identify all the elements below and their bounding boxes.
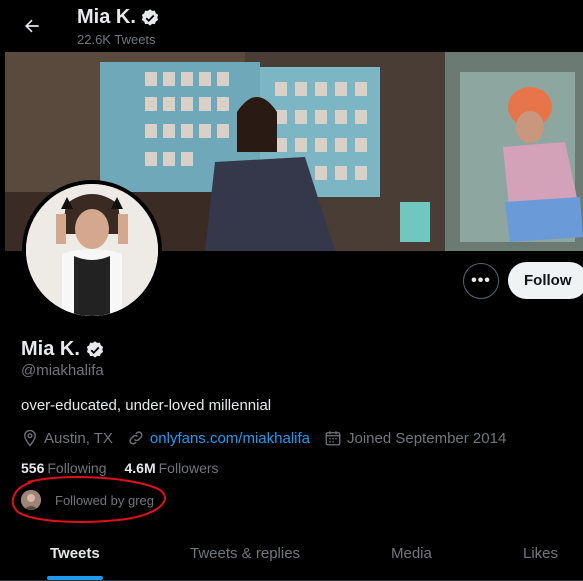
header-title: Mia K. bbox=[77, 6, 160, 29]
tab-tweets-replies[interactable]: Tweets & replies bbox=[190, 545, 300, 562]
profile-avatar[interactable] bbox=[22, 180, 162, 320]
active-tab-indicator bbox=[47, 576, 103, 580]
more-icon: ••• bbox=[471, 272, 491, 289]
follower-avatar bbox=[21, 490, 41, 510]
profile-meta: Austin, TX onlyfans.com/miakhalifa Joine… bbox=[21, 428, 520, 448]
profile-tabs: Tweets Tweets & replies Media Likes bbox=[0, 533, 583, 581]
joined-text: Joined September 2014 bbox=[347, 429, 507, 447]
verified-badge-icon bbox=[86, 340, 103, 358]
location-text: Austin, TX bbox=[44, 429, 113, 447]
tweet-count: 22.6K Tweets bbox=[77, 32, 156, 47]
arrow-left-icon bbox=[25, 19, 39, 33]
following-count: 556 bbox=[21, 460, 45, 476]
website-item[interactable]: onlyfans.com/miakhalifa bbox=[127, 429, 310, 447]
follow-stats: 556 Following 4.6M Followers bbox=[21, 460, 219, 476]
avatar-photo bbox=[26, 184, 158, 316]
profile-header: Mia K. 22.6K Tweets bbox=[0, 0, 583, 52]
tab-tweets[interactable]: Tweets bbox=[50, 545, 100, 562]
followers-count: 4.6M bbox=[124, 460, 156, 476]
calendar-icon bbox=[325, 431, 341, 446]
website-link[interactable]: onlyfans.com/miakhalifa bbox=[150, 430, 310, 447]
profile-name: Mia K. bbox=[21, 338, 105, 361]
following-link[interactable]: 556 Following bbox=[21, 460, 107, 476]
verified-badge-icon bbox=[141, 8, 158, 26]
followers-link[interactable]: 4.6M Followers bbox=[125, 460, 219, 476]
tab-media[interactable]: Media bbox=[391, 545, 432, 562]
link-icon bbox=[129, 431, 143, 445]
follow-button[interactable]: Follow bbox=[508, 262, 583, 299]
profile-bio: over-educated, under-loved millennial bbox=[21, 397, 272, 414]
more-options-button[interactable]: ••• bbox=[463, 263, 499, 299]
following-label: Following bbox=[47, 460, 107, 476]
header-name: Mia K. bbox=[77, 6, 136, 28]
location-item: Austin, TX bbox=[21, 429, 113, 447]
display-name: Mia K. bbox=[21, 338, 80, 360]
followers-label: Followers bbox=[158, 460, 219, 476]
tab-likes[interactable]: Likes bbox=[523, 545, 558, 562]
followed-by[interactable]: Followed by greg bbox=[21, 490, 154, 510]
profile-handle: @miakhalifa bbox=[21, 362, 104, 379]
location-pin-icon bbox=[24, 429, 36, 447]
joined-item: Joined September 2014 bbox=[324, 429, 506, 447]
followed-by-text: Followed by greg bbox=[55, 492, 154, 508]
back-button[interactable] bbox=[18, 12, 46, 40]
